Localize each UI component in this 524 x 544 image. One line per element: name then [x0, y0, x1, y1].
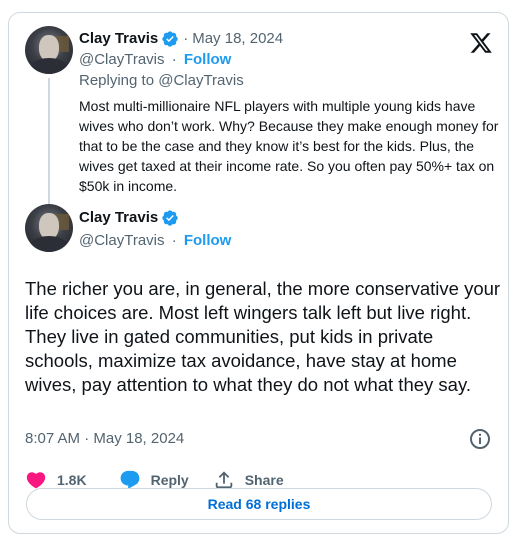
main-author-row: Clay Travis: [79, 208, 179, 228]
avatar[interactable]: [25, 204, 73, 252]
author-name[interactable]: Clay Travis: [79, 29, 158, 49]
verified-badge-icon: [162, 31, 178, 47]
main-tweet-text: The richer you are, in general, the more…: [25, 278, 501, 395]
quoted-author-row: Clay Travis · May 18, 2024: [79, 29, 283, 49]
replying-to-prefix: Replying to: [79, 72, 159, 89]
like-count: 1.8K: [57, 472, 87, 488]
avatar-body: [29, 236, 69, 252]
avatar-body: [29, 58, 69, 74]
separator: ·: [171, 51, 177, 68]
x-logo-icon[interactable]: [469, 31, 493, 55]
quoted-date[interactable]: May 18, 2024: [192, 29, 283, 49]
thread-line: [48, 78, 50, 204]
quoted-handle-row: @ClayTravis · Follow: [79, 50, 231, 70]
verified-badge-icon: [162, 210, 178, 226]
share-label: Share: [244, 472, 284, 488]
follow-link[interactable]: Follow: [184, 51, 232, 68]
author-name[interactable]: Clay Travis: [79, 208, 158, 228]
reply-label: Reply: [150, 472, 189, 488]
main-handle-row: @ClayTravis · Follow: [79, 231, 231, 251]
separator: ·: [183, 30, 189, 47]
author-handle[interactable]: @ClayTravis: [79, 232, 165, 249]
follow-link[interactable]: Follow: [184, 232, 232, 249]
avatar[interactable]: [25, 26, 73, 74]
tweet-timestamp[interactable]: 8:07 AM · May 18, 2024: [25, 429, 184, 449]
info-icon[interactable]: [468, 427, 492, 451]
author-handle[interactable]: @ClayTravis: [79, 51, 165, 68]
read-replies-button[interactable]: Read 68 replies: [26, 488, 492, 520]
replying-to-line: Replying to @ClayTravis: [79, 71, 244, 91]
quoted-tweet-text: Most multi-millionaire NFL players with …: [79, 98, 499, 194]
replying-to-handle[interactable]: @ClayTravis: [158, 72, 244, 89]
separator: ·: [171, 232, 177, 249]
embedded-tweet-card: Clay Travis · May 18, 2024 @ClayTravis ·…: [8, 12, 509, 534]
